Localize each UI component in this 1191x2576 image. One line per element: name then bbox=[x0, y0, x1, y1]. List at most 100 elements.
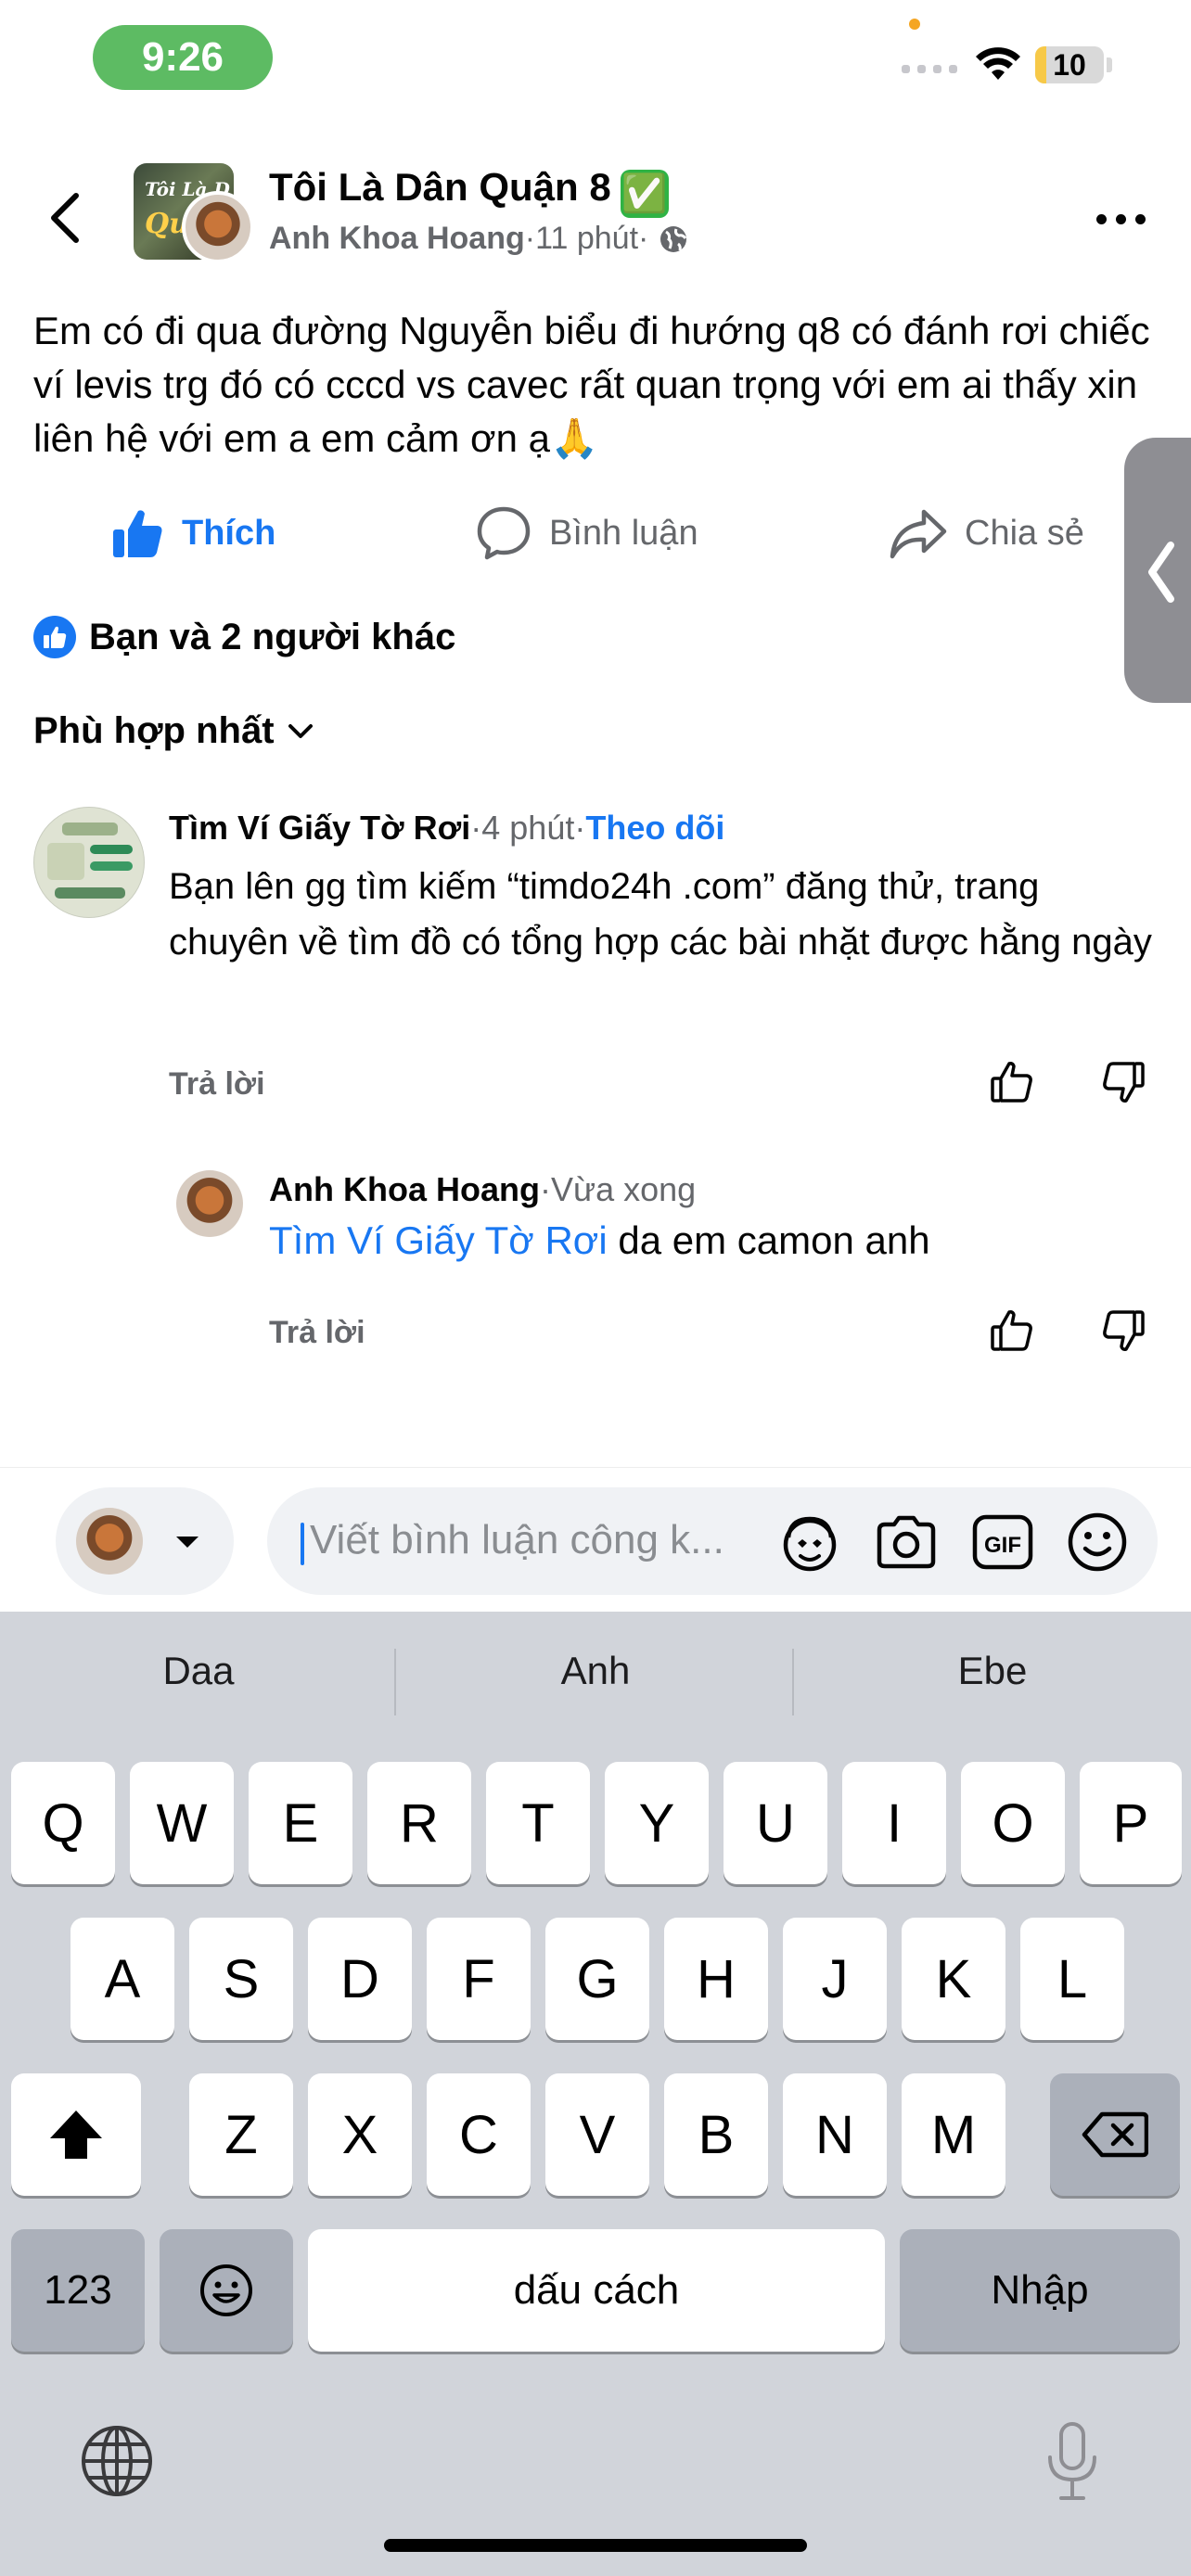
side-panel-handle[interactable] bbox=[1124, 438, 1191, 703]
key-i[interactable]: I bbox=[842, 1762, 946, 1884]
key-r[interactable]: R bbox=[367, 1762, 471, 1884]
battery-icon: 10 bbox=[1035, 46, 1104, 83]
globe-icon bbox=[658, 223, 689, 255]
thumbs-up-icon bbox=[113, 510, 162, 557]
comment-placeholder: Viết bình luận công k... bbox=[310, 1517, 724, 1562]
comment-sort-dropdown[interactable]: Phù hợp nhất bbox=[33, 710, 314, 752]
suggestion-3[interactable]: Ebe bbox=[853, 1649, 1132, 1693]
svg-text:GIF: GIF bbox=[984, 1533, 1021, 1558]
key-h[interactable]: H bbox=[664, 1918, 768, 2040]
globe-key[interactable] bbox=[80, 2424, 154, 2498]
reply-button[interactable]: Trả lời bbox=[269, 1315, 365, 1351]
group-name[interactable]: Tôi Là Dân Quận 8 ✅ bbox=[269, 165, 669, 218]
suggestion-divider bbox=[792, 1649, 794, 1715]
battery-level: 10 bbox=[1053, 47, 1086, 82]
battery-nub bbox=[1107, 57, 1112, 72]
comment-time: 4 phút bbox=[481, 809, 575, 847]
more-options-icon[interactable] bbox=[1096, 214, 1146, 224]
upvote-icon[interactable] bbox=[989, 1307, 1035, 1354]
emoji-icon bbox=[200, 2264, 252, 2316]
suggestion-1[interactable]: Daa bbox=[59, 1649, 338, 1693]
comment-label: Bình luận bbox=[549, 513, 698, 553]
key-p[interactable]: P bbox=[1080, 1762, 1182, 1884]
shift-icon bbox=[50, 2111, 102, 2159]
key-o[interactable]: O bbox=[961, 1762, 1065, 1884]
camera-icon[interactable] bbox=[874, 1510, 939, 1575]
key-l[interactable]: L bbox=[1020, 1918, 1124, 2040]
chevron-down-icon bbox=[288, 723, 313, 738]
post-author[interactable]: Anh Khoa Hoang bbox=[269, 221, 525, 257]
author-avatar[interactable] bbox=[182, 191, 254, 263]
key-q[interactable]: Q bbox=[11, 1762, 115, 1884]
key-w[interactable]: W bbox=[130, 1762, 234, 1884]
globe-icon bbox=[82, 2426, 152, 2496]
return-key[interactable]: Nhập bbox=[900, 2229, 1180, 2352]
key-s[interactable]: S bbox=[189, 1918, 293, 2040]
key-j[interactable]: J bbox=[783, 1918, 887, 2040]
privacy-indicator-dot bbox=[909, 19, 920, 30]
key-c[interactable]: C bbox=[427, 2073, 531, 2196]
commenter-name[interactable]: Tìm Ví Giấy Tờ Rơi bbox=[169, 809, 470, 848]
reply-button[interactable]: Trả lời bbox=[169, 1066, 265, 1103]
key-t[interactable]: T bbox=[486, 1762, 590, 1884]
numbers-key[interactable]: 123 bbox=[11, 2229, 145, 2352]
comment-text: Bạn lên gg tìm kiếm “timdo24h .com” đăng… bbox=[169, 866, 1152, 963]
like-button[interactable]: Thích bbox=[109, 501, 275, 566]
follow-button[interactable]: Theo dõi bbox=[585, 809, 724, 848]
comment-button[interactable]: Bình luận bbox=[475, 501, 698, 566]
dictation-key[interactable] bbox=[1044, 2420, 1100, 2504]
like-label: Thích bbox=[182, 513, 276, 553]
post-time: 11 phút bbox=[535, 221, 639, 256]
cellular-signal-icon bbox=[902, 65, 957, 73]
reply-header: Anh Khoa Hoang · Vừa xong bbox=[269, 1170, 697, 1209]
key-m[interactable]: M bbox=[902, 2073, 1005, 2196]
key-d[interactable]: D bbox=[308, 1918, 412, 2040]
reply-time: Vừa xong bbox=[550, 1170, 697, 1208]
avatar-sticker-icon[interactable] bbox=[777, 1510, 842, 1575]
composer-avatar bbox=[76, 1508, 143, 1575]
mention-link[interactable]: Tìm Ví Giấy Tờ Rơi bbox=[269, 1218, 608, 1262]
reply-author-name[interactable]: Anh Khoa Hoang bbox=[269, 1170, 540, 1209]
key-u[interactable]: U bbox=[724, 1762, 827, 1884]
comment-bubble-icon bbox=[477, 506, 531, 560]
emoji-icon[interactable] bbox=[1065, 1510, 1130, 1575]
key-f[interactable]: F bbox=[427, 1918, 531, 2040]
space-key[interactable]: dấu cách bbox=[308, 2229, 885, 2352]
key-g[interactable]: G bbox=[545, 1918, 649, 2040]
commenter-avatar[interactable] bbox=[33, 807, 145, 918]
share-label: Chia sẻ bbox=[965, 513, 1084, 553]
delete-key[interactable] bbox=[1050, 2073, 1180, 2196]
microphone-icon bbox=[1048, 2422, 1096, 2500]
key-v[interactable]: V bbox=[545, 2073, 649, 2196]
chevron-left-icon bbox=[1148, 542, 1174, 603]
shift-key[interactable] bbox=[11, 2073, 141, 2196]
gif-icon[interactable]: GIF bbox=[970, 1510, 1035, 1575]
share-button[interactable]: Chia sẻ bbox=[889, 501, 1084, 566]
profile-selector[interactable] bbox=[56, 1487, 234, 1595]
wifi-icon bbox=[974, 45, 1022, 86]
reaction-summary-text: Bạn và 2 người khác bbox=[89, 616, 456, 657]
key-z[interactable]: Z bbox=[189, 2073, 293, 2196]
key-n[interactable]: N bbox=[783, 2073, 887, 2196]
back-button[interactable] bbox=[45, 190, 87, 246]
sort-label: Phù hợp nhất bbox=[33, 710, 275, 751]
reaction-summary[interactable]: Bạn và 2 người khác bbox=[33, 616, 455, 658]
emoji-key[interactable] bbox=[160, 2229, 293, 2352]
key-y[interactable]: Y bbox=[605, 1762, 709, 1884]
post-meta: Anh Khoa Hoang · 11 phút · bbox=[269, 221, 689, 257]
downvote-icon[interactable] bbox=[1100, 1059, 1146, 1105]
reply-text: Tìm Ví Giấy Tờ Rơi da em camon anh bbox=[269, 1218, 930, 1262]
suggestion-2[interactable]: Anh bbox=[456, 1649, 735, 1693]
key-a[interactable]: A bbox=[70, 1918, 174, 2040]
key-k[interactable]: K bbox=[902, 1918, 1005, 2040]
like-reaction-icon bbox=[33, 616, 76, 658]
key-b[interactable]: B bbox=[664, 2073, 768, 2196]
upvote-icon[interactable] bbox=[989, 1059, 1035, 1105]
reply-author-avatar[interactable] bbox=[176, 1170, 243, 1237]
status-time: 9:26 bbox=[93, 25, 273, 90]
verified-check-icon: ✅ bbox=[620, 170, 669, 218]
key-e[interactable]: E bbox=[249, 1762, 352, 1884]
downvote-icon[interactable] bbox=[1100, 1307, 1146, 1354]
key-x[interactable]: X bbox=[308, 2073, 412, 2196]
caret-down-icon bbox=[176, 1537, 198, 1548]
